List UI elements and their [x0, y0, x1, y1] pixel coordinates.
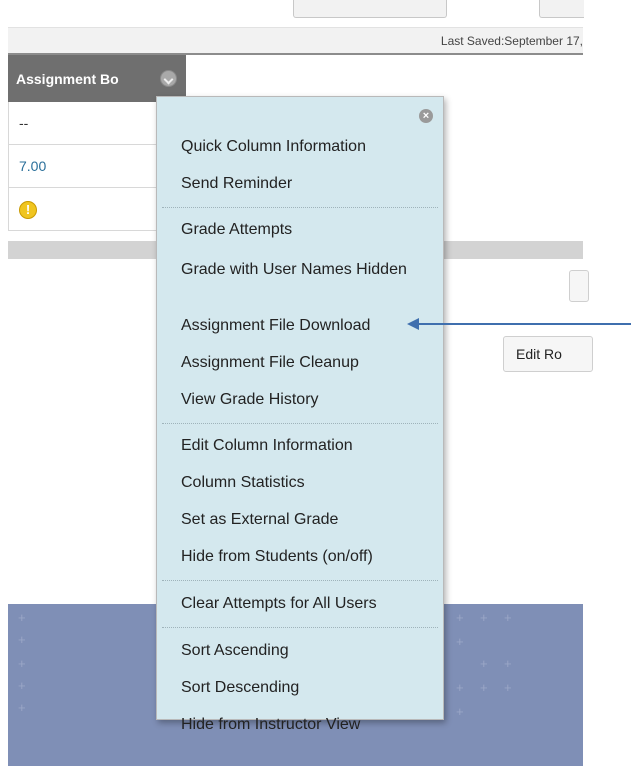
column-header-label: Assignment Bo [16, 71, 119, 87]
decorative-plus-icon: + [18, 656, 26, 671]
decorative-plus-icon: + [18, 700, 26, 715]
menu-divider [162, 627, 438, 628]
menu-item-set-as-external-grade[interactable]: Set as External Grade [181, 510, 338, 530]
column-header[interactable]: Assignment Bo [8, 55, 186, 102]
menu-divider [162, 423, 438, 424]
last-saved-text: Last Saved:September 17, [440, 34, 583, 48]
menu-item-send-reminder[interactable]: Send Reminder [181, 174, 292, 194]
chevron-down-icon[interactable] [160, 70, 177, 87]
decorative-plus-icon: + [456, 610, 464, 625]
decorative-plus-icon: + [18, 678, 26, 693]
edit-rows-label: Edit Ro [516, 346, 562, 362]
menu-item-clear-attempts-for-all-users[interactable]: Clear Attempts for All Users [181, 594, 377, 614]
menu-divider [162, 580, 438, 581]
column-context-menu: × Quick Column Information Send Reminder… [156, 96, 444, 733]
decorative-plus-icon: + [18, 610, 26, 625]
menu-item-sort-ascending[interactable]: Sort Ascending [181, 641, 289, 661]
exclamation-icon: ! [19, 201, 37, 219]
menu-item-hide-from-students[interactable]: Hide from Students (on/off) [181, 547, 373, 567]
save-status-bar: Last Saved:September 17, [8, 27, 583, 54]
decorative-plus-icon: + [504, 680, 512, 695]
decorative-plus-icon: + [456, 680, 464, 695]
grade-cell[interactable]: ! [8, 188, 156, 231]
menu-item-assignment-file-cleanup[interactable]: Assignment File Cleanup [181, 353, 359, 373]
decorative-plus-icon: + [456, 704, 464, 719]
left-arrow-icon [407, 318, 631, 330]
decorative-plus-icon: + [504, 610, 512, 625]
menu-item-column-statistics[interactable]: Column Statistics [181, 473, 305, 493]
menu-item-view-grade-history[interactable]: View Grade History [181, 390, 319, 410]
decorative-plus-icon: + [504, 656, 512, 671]
decorative-plus-icon: + [480, 680, 488, 695]
menu-divider [162, 207, 438, 208]
grade-cell-value[interactable]: 7.00 [19, 158, 46, 174]
decorative-plus-icon: + [480, 610, 488, 625]
decorative-plus-icon: + [480, 656, 488, 671]
close-icon[interactable]: × [419, 109, 433, 123]
grade-cell[interactable]: -- [8, 102, 156, 145]
menu-item-grade-with-user-names-hidden[interactable]: Grade with User Names Hidden [181, 260, 421, 280]
top-button-1[interactable] [293, 0, 447, 18]
decorative-plus-icon: + [18, 632, 26, 647]
menu-item-edit-column-information[interactable]: Edit Column Information [181, 436, 353, 456]
menu-item-sort-descending[interactable]: Sort Descending [181, 678, 299, 698]
menu-item-quick-column-information[interactable]: Quick Column Information [181, 137, 366, 157]
menu-item-assignment-file-download[interactable]: Assignment File Download [181, 316, 370, 336]
small-button[interactable] [569, 270, 589, 302]
menu-item-grade-attempts[interactable]: Grade Attempts [181, 220, 292, 240]
top-button-2[interactable] [539, 0, 584, 18]
menu-item-hide-from-instructor-view[interactable]: Hide from Instructor View [181, 715, 360, 735]
grade-cell-value: -- [19, 115, 29, 131]
edit-rows-button[interactable]: Edit Ro [503, 336, 593, 372]
decorative-plus-icon: + [456, 634, 464, 649]
grade-cell[interactable]: 7.00 [8, 145, 156, 188]
